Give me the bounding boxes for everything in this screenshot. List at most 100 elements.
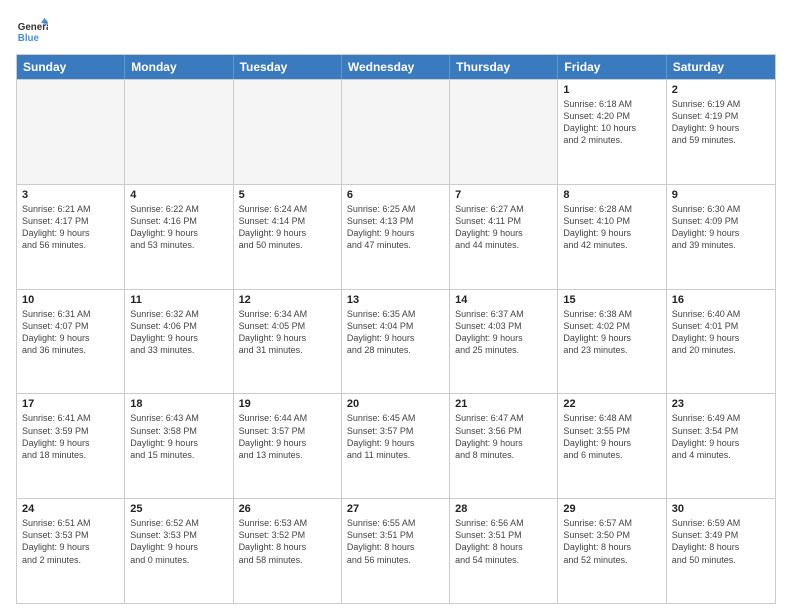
cal-cell-0-2 [234, 80, 342, 184]
header-day-monday: Monday [125, 55, 233, 79]
cell-info: Sunrise: 6:51 AM Sunset: 3:53 PM Dayligh… [22, 517, 119, 566]
day-number: 8 [563, 189, 660, 201]
cal-cell-2-3: 13 Sunrise: 6:35 AM Sunset: 4:04 PM Dayli… [342, 290, 450, 394]
svg-text:Blue: Blue [18, 33, 40, 44]
cell-info: Sunrise: 6:45 AM Sunset: 3:57 PM Dayligh… [347, 412, 444, 461]
cal-cell-4-5: 29 Sunrise: 6:57 AM Sunset: 3:50 PM Dayli… [558, 499, 666, 603]
cell-info: Sunrise: 6:31 AM Sunset: 4:07 PM Dayligh… [22, 308, 119, 357]
day-number: 6 [347, 189, 444, 201]
cell-info: Sunrise: 6:22 AM Sunset: 4:16 PM Dayligh… [130, 203, 227, 252]
cell-info: Sunrise: 6:41 AM Sunset: 3:59 PM Dayligh… [22, 412, 119, 461]
cell-info: Sunrise: 6:32 AM Sunset: 4:06 PM Dayligh… [130, 308, 227, 357]
day-number: 12 [239, 294, 336, 306]
calendar-row-0: 1 Sunrise: 6:18 AM Sunset: 4:20 PM Daylig… [17, 79, 775, 184]
day-number: 21 [455, 398, 552, 410]
cal-cell-3-6: 23 Sunrise: 6:49 AM Sunset: 3:54 PM Dayli… [667, 394, 775, 498]
day-number: 20 [347, 398, 444, 410]
cal-cell-4-1: 25Sunrise: 6:52 AM Sunset: 3:53 PM Dayli… [125, 499, 233, 603]
header: General Blue [16, 16, 776, 48]
day-number: 18 [130, 398, 227, 410]
header-day-wednesday: Wednesday [342, 55, 450, 79]
cell-info: Sunrise: 6:24 AM Sunset: 4:14 PM Dayligh… [239, 203, 336, 252]
day-number: 15 [563, 294, 660, 306]
page: General Blue SundayMondayTuesdayWednesda… [0, 0, 792, 612]
cal-cell-1-3: 6 Sunrise: 6:25 AM Sunset: 4:13 PM Daylig… [342, 185, 450, 289]
day-number: 2 [672, 84, 770, 96]
cal-cell-3-3: 20 Sunrise: 6:45 AM Sunset: 3:57 PM Dayli… [342, 394, 450, 498]
day-number: 13 [347, 294, 444, 306]
cal-cell-2-0: 10 Sunrise: 6:31 AM Sunset: 4:07 PM Dayli… [17, 290, 125, 394]
day-number: 3 [22, 189, 119, 201]
calendar-row-1: 3 Sunrise: 6:21 AM Sunset: 4:17 PM Daylig… [17, 184, 775, 289]
cell-info: Sunrise: 6:49 AM Sunset: 3:54 PM Dayligh… [672, 412, 770, 461]
calendar-row-3: 17 Sunrise: 6:41 AM Sunset: 3:59 PM Dayli… [17, 393, 775, 498]
cal-cell-4-2: 26 Sunrise: 6:53 AM Sunset: 3:52 PM Dayli… [234, 499, 342, 603]
day-number: 27 [347, 503, 444, 515]
cell-info: Sunrise: 6:34 AM Sunset: 4:05 PM Dayligh… [239, 308, 336, 357]
cal-cell-0-0 [17, 80, 125, 184]
day-number: 24 [22, 503, 119, 515]
cell-info: Sunrise: 6:59 AM Sunset: 3:49 PM Dayligh… [672, 517, 770, 566]
header-day-saturday: Saturday [667, 55, 775, 79]
cell-info: Sunrise: 6:30 AM Sunset: 4:09 PM Dayligh… [672, 203, 770, 252]
day-number: 14 [455, 294, 552, 306]
cell-info: Sunrise: 6:57 AM Sunset: 3:50 PM Dayligh… [563, 517, 660, 566]
calendar-row-2: 10 Sunrise: 6:31 AM Sunset: 4:07 PM Dayli… [17, 289, 775, 394]
cell-info: Sunrise: 6:40 AM Sunset: 4:01 PM Dayligh… [672, 308, 770, 357]
cell-info: Sunrise: 6:35 AM Sunset: 4:04 PM Dayligh… [347, 308, 444, 357]
logo-icon: General Blue [16, 16, 48, 48]
cal-cell-3-1: 18 Sunrise: 6:43 AM Sunset: 3:58 PM Dayli… [125, 394, 233, 498]
cell-info: Sunrise: 6:37 AM Sunset: 4:03 PM Dayligh… [455, 308, 552, 357]
cal-cell-1-0: 3 Sunrise: 6:21 AM Sunset: 4:17 PM Daylig… [17, 185, 125, 289]
header-day-sunday: Sunday [17, 55, 125, 79]
day-number: 9 [672, 189, 770, 201]
cell-info: Sunrise: 6:21 AM Sunset: 4:17 PM Dayligh… [22, 203, 119, 252]
cal-cell-4-4: 28 Sunrise: 6:56 AM Sunset: 3:51 PM Dayli… [450, 499, 558, 603]
header-day-tuesday: Tuesday [234, 55, 342, 79]
cal-cell-3-5: 22 Sunrise: 6:48 AM Sunset: 3:55 PM Dayli… [558, 394, 666, 498]
cal-cell-1-5: 8Sunrise: 6:28 AM Sunset: 4:10 PM Daylig… [558, 185, 666, 289]
cal-cell-2-6: 16Sunrise: 6:40 AM Sunset: 4:01 PM Dayli… [667, 290, 775, 394]
cell-info: Sunrise: 6:19 AM Sunset: 4:19 PM Dayligh… [672, 98, 770, 147]
day-number: 28 [455, 503, 552, 515]
cell-info: Sunrise: 6:38 AM Sunset: 4:02 PM Dayligh… [563, 308, 660, 357]
cell-info: Sunrise: 6:55 AM Sunset: 3:51 PM Dayligh… [347, 517, 444, 566]
day-number: 10 [22, 294, 119, 306]
day-number: 23 [672, 398, 770, 410]
cell-info: Sunrise: 6:25 AM Sunset: 4:13 PM Dayligh… [347, 203, 444, 252]
cal-cell-4-6: 30Sunrise: 6:59 AM Sunset: 3:49 PM Dayli… [667, 499, 775, 603]
calendar: SundayMondayTuesdayWednesdayThursdayFrid… [16, 54, 776, 604]
cell-info: Sunrise: 6:43 AM Sunset: 3:58 PM Dayligh… [130, 412, 227, 461]
day-number: 17 [22, 398, 119, 410]
cell-info: Sunrise: 6:27 AM Sunset: 4:11 PM Dayligh… [455, 203, 552, 252]
header-day-friday: Friday [558, 55, 666, 79]
cell-info: Sunrise: 6:48 AM Sunset: 3:55 PM Dayligh… [563, 412, 660, 461]
header-day-thursday: Thursday [450, 55, 558, 79]
day-number: 29 [563, 503, 660, 515]
cal-cell-2-2: 12 Sunrise: 6:34 AM Sunset: 4:05 PM Dayli… [234, 290, 342, 394]
cell-info: Sunrise: 6:18 AM Sunset: 4:20 PM Dayligh… [563, 98, 660, 147]
cal-cell-1-2: 5Sunrise: 6:24 AM Sunset: 4:14 PM Daylig… [234, 185, 342, 289]
cell-info: Sunrise: 6:44 AM Sunset: 3:57 PM Dayligh… [239, 412, 336, 461]
day-number: 22 [563, 398, 660, 410]
cal-cell-4-0: 24 Sunrise: 6:51 AM Sunset: 3:53 PM Dayli… [17, 499, 125, 603]
cell-info: Sunrise: 6:56 AM Sunset: 3:51 PM Dayligh… [455, 517, 552, 566]
day-number: 11 [130, 294, 227, 306]
day-number: 4 [130, 189, 227, 201]
cal-cell-0-4 [450, 80, 558, 184]
cell-info: Sunrise: 6:47 AM Sunset: 3:56 PM Dayligh… [455, 412, 552, 461]
day-number: 26 [239, 503, 336, 515]
day-number: 25 [130, 503, 227, 515]
calendar-row-4: 24 Sunrise: 6:51 AM Sunset: 3:53 PM Dayli… [17, 498, 775, 603]
day-number: 7 [455, 189, 552, 201]
cell-info: Sunrise: 6:53 AM Sunset: 3:52 PM Dayligh… [239, 517, 336, 566]
logo: General Blue [16, 16, 48, 48]
day-number: 1 [563, 84, 660, 96]
cal-cell-1-6: 9 Sunrise: 6:30 AM Sunset: 4:09 PM Daylig… [667, 185, 775, 289]
cal-cell-0-1 [125, 80, 233, 184]
cal-cell-0-5: 1 Sunrise: 6:18 AM Sunset: 4:20 PM Daylig… [558, 80, 666, 184]
cal-cell-2-5: 15 Sunrise: 6:38 AM Sunset: 4:02 PM Dayli… [558, 290, 666, 394]
cal-cell-1-4: 7 Sunrise: 6:27 AM Sunset: 4:11 PM Daylig… [450, 185, 558, 289]
cal-cell-4-3: 27 Sunrise: 6:55 AM Sunset: 3:51 PM Dayli… [342, 499, 450, 603]
calendar-body: 1 Sunrise: 6:18 AM Sunset: 4:20 PM Daylig… [17, 79, 775, 603]
